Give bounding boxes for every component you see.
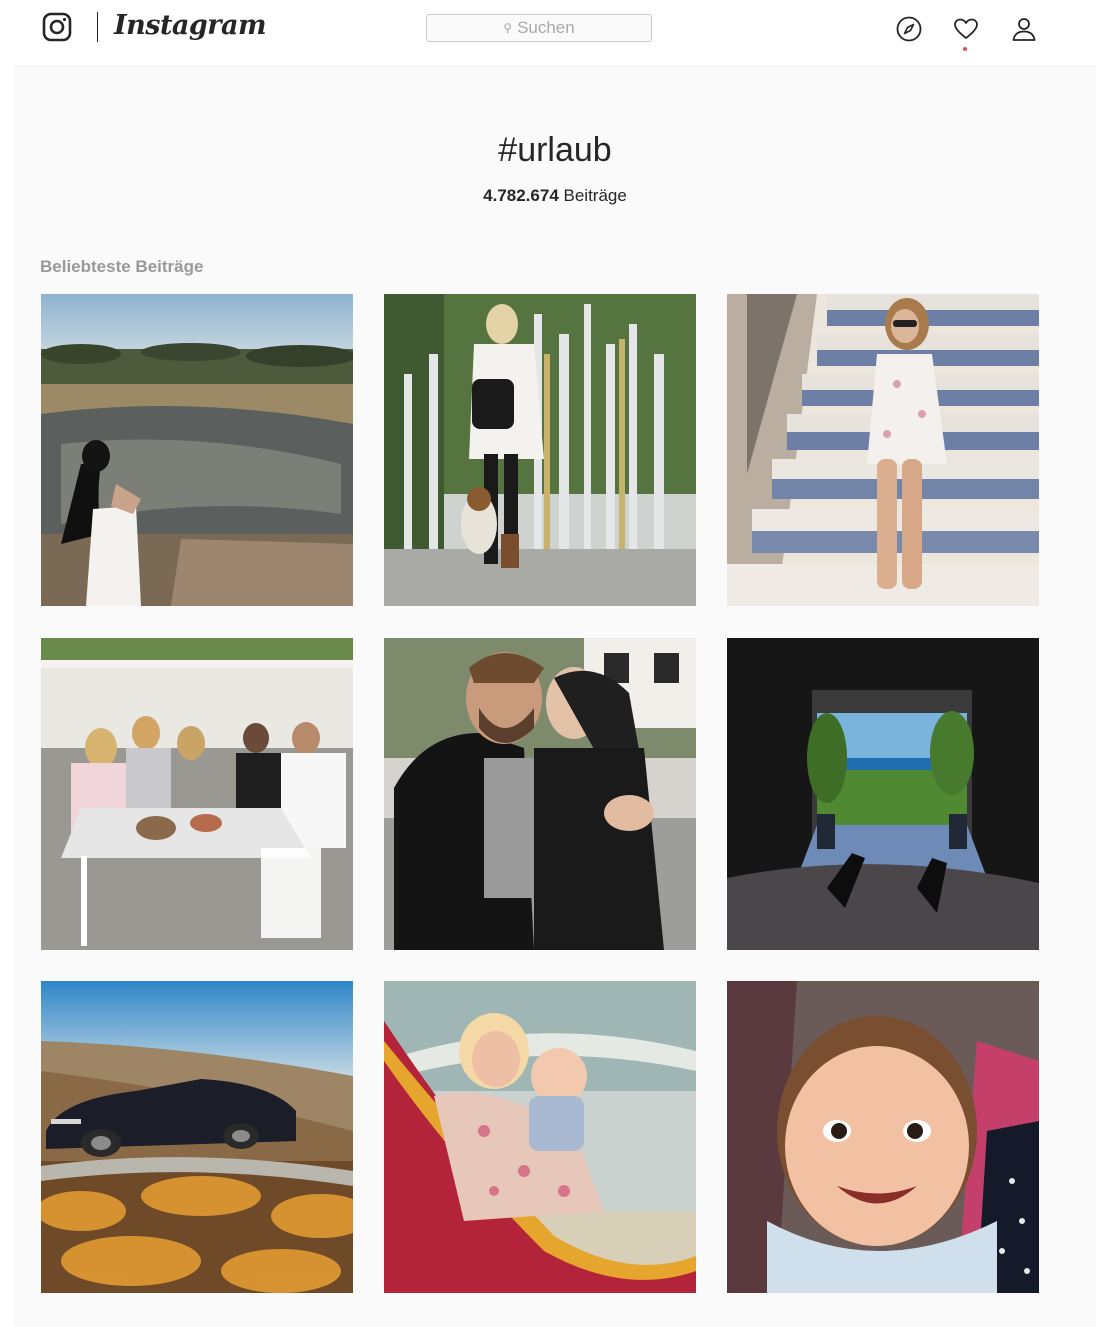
post-image-woman-baby-hammock [384, 981, 696, 1293]
post-image-woman-tiled-stairs [727, 294, 1039, 606]
post-count-number: 4.782.674 [483, 186, 559, 205]
post-tile[interactable] [41, 294, 353, 606]
post-tile[interactable] [384, 638, 696, 950]
post-tile[interactable] [41, 638, 353, 950]
post-tile[interactable] [41, 981, 353, 1293]
post-tile[interactable] [384, 294, 696, 606]
post-tile[interactable] [727, 294, 1039, 606]
post-image-couple-kissing [384, 638, 696, 950]
post-image-woman-river-savanna [41, 294, 353, 606]
heart-icon[interactable] [952, 15, 980, 43]
post-count-label: Beiträge [563, 186, 627, 205]
post-image-family-dinner-table [41, 638, 353, 950]
search-placeholder: Suchen [517, 18, 575, 37]
post-count: 4.782.674 Beiträge [14, 186, 1096, 206]
instagram-wordmark[interactable]: Instagram [114, 10, 267, 41]
hashtag-title: #urlaub [498, 131, 612, 169]
post-image-ocean-view-window [727, 638, 1039, 950]
post-image-smiling-baby [727, 981, 1039, 1293]
post-tile[interactable] [727, 638, 1039, 950]
post-image-convertible-car [41, 981, 353, 1293]
user-icon[interactable] [1010, 15, 1038, 43]
search-input[interactable]: ⚲ Suchen [426, 14, 652, 42]
post-image-woman-dog-harbor [384, 294, 696, 606]
top-bar: Instagram ⚲ Suchen [0, 0, 1096, 66]
compass-icon[interactable] [895, 15, 923, 43]
post-tile[interactable] [384, 981, 696, 1293]
section-title-top-posts: Beliebteste Beiträge [40, 257, 204, 276]
instagram-camera-icon[interactable] [42, 12, 72, 42]
notification-dot [963, 47, 967, 51]
search-icon: ⚲ [503, 21, 513, 35]
post-tile[interactable] [727, 981, 1039, 1293]
logo-divider [97, 12, 98, 42]
